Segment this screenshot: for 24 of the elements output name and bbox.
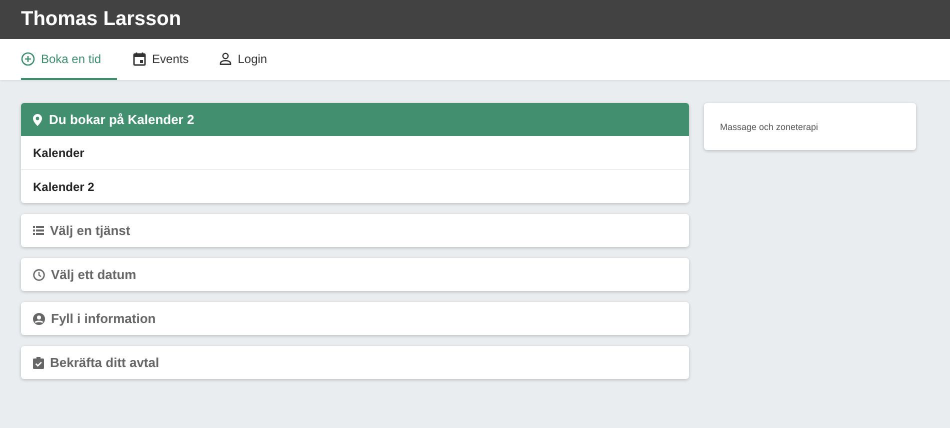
nav-tab[interactable]: Login	[218, 39, 282, 80]
clock-icon	[33, 268, 45, 280]
step-panel[interactable]: Välj ett datum	[21, 258, 689, 291]
site-title: Thomas Larsson	[21, 8, 182, 31]
step-panel[interactable]: Fyll i information	[21, 302, 689, 335]
step-title: Välj ett datum	[51, 267, 136, 282]
nav-tab[interactable]: Boka en tid	[21, 39, 118, 80]
person-circle-icon	[33, 312, 45, 324]
calendar-icon	[133, 52, 146, 66]
step-title: Bekräfta ditt avtal	[50, 355, 160, 370]
plus-circle-icon	[21, 52, 35, 66]
clipboard-check-icon	[33, 356, 44, 368]
calendar-header-title: Du bokar på Kalender 2	[49, 112, 194, 127]
service-name: Massage och zoneterapi	[720, 122, 818, 132]
calendar-option[interactable]: Kalender	[21, 136, 689, 170]
list-icon	[33, 226, 44, 235]
location-pin-icon	[33, 114, 42, 126]
step-title: Fyll i information	[51, 311, 156, 326]
person-icon	[218, 52, 232, 65]
step-title: Välj en tjänst	[50, 223, 130, 238]
step-panel[interactable]: Bekräfta ditt avtal	[21, 346, 689, 379]
step-panel[interactable]: Välj en tjänst	[21, 214, 689, 247]
nav-tab[interactable]: Events	[133, 39, 203, 80]
calendar-option[interactable]: Kalender 2	[21, 170, 689, 203]
